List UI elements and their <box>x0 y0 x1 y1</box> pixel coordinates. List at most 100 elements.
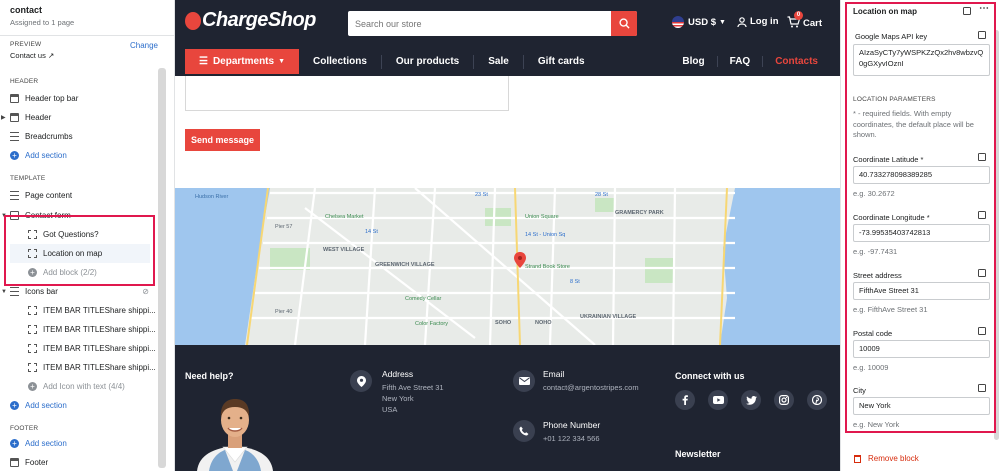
svg-text:8 St: 8 St <box>570 279 580 285</box>
nav-right: Blog FAQ Contacts <box>670 49 830 74</box>
plus-circle-icon: + <box>10 401 19 410</box>
section-icon <box>10 113 19 122</box>
sidebar-item-icons-bar[interactable]: ▼ Icons bar ⊘ <box>1 282 174 301</box>
login-link[interactable]: Log in <box>737 16 779 27</box>
svg-text:GRAMERCY PARK: GRAMERCY PARK <box>615 210 664 216</box>
add-section-footer-button[interactable]: + Add section <box>10 434 174 453</box>
sidebar-scrollbar[interactable] <box>158 68 166 468</box>
phone-label: Phone Number <box>543 420 601 430</box>
settings-scrollbar[interactable] <box>994 30 999 440</box>
support-person-photo <box>197 399 273 471</box>
svg-text:Chelsea Market: Chelsea Market <box>325 214 364 220</box>
remove-block-button[interactable]: Remove block <box>854 454 919 463</box>
svg-text:Pier 57: Pier 57 <box>275 224 292 230</box>
city-label: City <box>853 386 866 395</box>
block-item-icon-bar[interactable]: ITEM BAR TITLEShare shippi... <box>10 339 174 358</box>
database-icon[interactable] <box>978 31 986 39</box>
add-icon-button[interactable]: + Add Icon with text (4/4) <box>10 377 174 396</box>
search-icon <box>618 18 630 29</box>
sidebar-item-footer[interactable]: Footer <box>10 453 174 471</box>
currency-selector[interactable]: USD $ ▼ <box>672 16 726 28</box>
svg-text:Union Square: Union Square <box>525 214 559 220</box>
location-params-caption: LOCATION PARAMETERS <box>853 96 936 103</box>
email-value[interactable]: contact@argentostripes.com <box>543 382 639 393</box>
database-icon[interactable] <box>978 211 986 219</box>
nav-sale[interactable]: Sale <box>474 54 524 69</box>
svg-text:23 St: 23 St <box>475 192 488 198</box>
block-item-location-on-map[interactable]: Location on map <box>10 244 150 263</box>
sidebar-item-header-top-bar[interactable]: Header top bar <box>10 89 174 108</box>
cart-link[interactable]: 0 Cart <box>787 11 822 31</box>
sidebar-item-breadcrumbs[interactable]: Breadcrumbs <box>10 127 174 146</box>
add-section-header-button[interactable]: + Add section <box>10 146 174 165</box>
nav-faq[interactable]: FAQ <box>718 56 764 67</box>
nav-blog[interactable]: Blog <box>670 56 718 67</box>
instagram-icon[interactable] <box>774 390 794 410</box>
nav-contacts[interactable]: Contacts <box>763 56 830 67</box>
block-icon <box>28 344 37 353</box>
chevron-down-icon: ▼ <box>718 18 726 26</box>
search-input[interactable] <box>348 11 608 36</box>
longitude-input[interactable]: -73.99535403742813 <box>853 224 990 242</box>
chevron-down-icon[interactable]: ▼ <box>1 213 9 219</box>
database-icon[interactable] <box>978 327 986 335</box>
nav-collections[interactable]: Collections <box>299 54 382 69</box>
twitter-icon[interactable] <box>741 390 761 410</box>
latitude-input[interactable]: 40.733278098389285 <box>853 166 990 184</box>
chevron-down-icon[interactable]: ▼ <box>1 289 9 295</box>
city-input[interactable]: New York <box>853 397 990 415</box>
store-logo[interactable]: ChargeShop <box>185 9 316 32</box>
database-icon[interactable] <box>963 7 971 15</box>
block-item-got-questions[interactable]: Got Questions? <box>10 225 174 244</box>
phone-icon <box>513 420 535 442</box>
street-address-input[interactable]: FifthAve Street 31 <box>853 282 990 300</box>
eye-hidden-icon[interactable]: ⊘ <box>142 287 149 296</box>
block-item-icon-bar[interactable]: ITEM BAR TITLEShare shippi... <box>10 301 174 320</box>
database-icon[interactable] <box>978 384 986 392</box>
api-key-input[interactable]: AIzaSyCTy7yWSPKZzQx2hv8wbzvQ0gGXyvIOznI <box>853 44 990 76</box>
connect-title: Connect with us <box>675 371 745 381</box>
cart-icon: 0 <box>787 11 803 31</box>
search-button[interactable] <box>611 11 637 36</box>
svg-text:Color Factory: Color Factory <box>415 321 448 327</box>
database-icon[interactable] <box>978 153 986 161</box>
sidebar-item-page-content[interactable]: Page content <box>10 186 174 205</box>
block-item-icon-bar[interactable]: ITEM BAR TITLEShare shippi... <box>10 320 174 339</box>
svg-text:Strand Book Store: Strand Book Store <box>525 264 570 270</box>
email-icon <box>513 370 535 392</box>
main-nav: ☰ Departments ▼ Collections Our products S… <box>185 49 830 74</box>
youtube-icon[interactable] <box>708 390 728 410</box>
chevron-right-icon[interactable]: ▶ <box>1 114 9 121</box>
sidebar-item-header[interactable]: ▶ Header <box>1 108 174 127</box>
section-icon <box>10 191 19 200</box>
phone-value[interactable]: +01 122 334 566 <box>543 433 600 444</box>
nav-gift-cards[interactable]: Gift cards <box>524 55 599 69</box>
svg-text:GREENWICH VILLAGE: GREENWICH VILLAGE <box>375 262 435 268</box>
change-preview-link[interactable]: Change <box>130 41 158 50</box>
block-item-icon-bar[interactable]: ITEM BAR TITLEShare shippi... <box>10 358 174 377</box>
external-link-icon[interactable]: ↗ <box>48 51 54 60</box>
pinterest-icon[interactable] <box>807 390 827 410</box>
longitude-hint: e.g. -97.7431 <box>853 247 898 256</box>
location-map[interactable]: Hudson River WEST VILLAGE GREENWICH VILL… <box>175 188 840 345</box>
section-icon <box>10 132 19 141</box>
api-key-label: Google Maps API key <box>855 32 928 41</box>
sidebar-item-contact-form[interactable]: ▼ Contact form <box>1 206 174 225</box>
address-label: Address <box>382 369 414 379</box>
nav-our-products[interactable]: Our products <box>382 54 475 69</box>
facebook-icon[interactable] <box>675 390 695 410</box>
postal-code-input[interactable]: 10009 <box>853 340 990 358</box>
add-block-button[interactable]: + Add block (2/2) <box>10 263 174 282</box>
address-line: Fifth Ave Street 31 <box>382 383 444 392</box>
location-params-description: * - required fields. With empty coordina… <box>853 109 974 139</box>
send-message-button[interactable]: Send message <box>185 129 260 151</box>
email-label: Email <box>543 369 565 379</box>
mail-icon <box>10 211 19 220</box>
svg-text:WEST VILLAGE: WEST VILLAGE <box>323 247 365 253</box>
block-settings-panel: Location on map ⋯ Google Maps API key AI… <box>840 0 1000 471</box>
block-settings-title: Location on map <box>853 7 917 16</box>
database-icon[interactable] <box>978 269 986 277</box>
add-section-template-button[interactable]: + Add section <box>10 396 174 415</box>
header-group: HEADER Header top bar ▶ Header Breadcrumb… <box>0 78 174 165</box>
more-options-icon[interactable]: ⋯ <box>979 3 989 14</box>
